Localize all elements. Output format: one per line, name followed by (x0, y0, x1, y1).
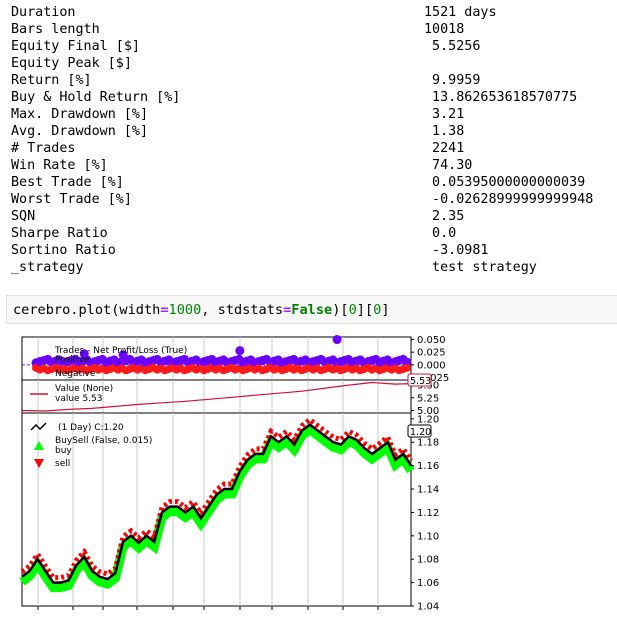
value-last-label: 5.53 (410, 376, 431, 387)
sell-legend-label: sell (55, 459, 70, 469)
trade-positive-point (235, 346, 245, 356)
trade-positive-point (332, 335, 342, 345)
trade-negative-point (403, 363, 411, 372)
y-tick-label: 0.025 (417, 348, 446, 359)
y-tick-label: 1.12 (417, 508, 439, 519)
price-last-label: 1.20 (410, 427, 431, 438)
y-tick-label: 0.000 (417, 360, 446, 371)
y-tick-label: 1.08 (417, 555, 439, 566)
y-tick-label: 1.18 (417, 438, 439, 449)
y-tick-label: 0.050 (417, 335, 446, 346)
y-tick-label: 1.04 (417, 602, 439, 613)
price-legend-title: (1 Day) C:1.20 (58, 423, 124, 433)
y-tick-label: 1.16 (417, 461, 439, 472)
y-tick-label: 1.20 (417, 414, 439, 425)
y-tick-label: 1.10 (417, 531, 439, 542)
buysell-legend-title: BuySell (False, 0.015) (55, 436, 152, 446)
y-tick-label: 5.25 (417, 393, 439, 404)
value-legend-value: value 5.53 (55, 394, 102, 404)
y-tick-label: 1.06 (417, 578, 439, 589)
backtest-chart: 0.0500.0250.000-0.025Trades - Net Profit… (19, 335, 449, 613)
trades-legend-negative: Negative (55, 369, 96, 379)
y-tick-label: 1.14 (417, 485, 439, 496)
value-legend-title: Value (None) (55, 384, 113, 394)
buy-legend-label: buy (55, 446, 72, 456)
trades-legend-positive: Positive (55, 355, 90, 365)
